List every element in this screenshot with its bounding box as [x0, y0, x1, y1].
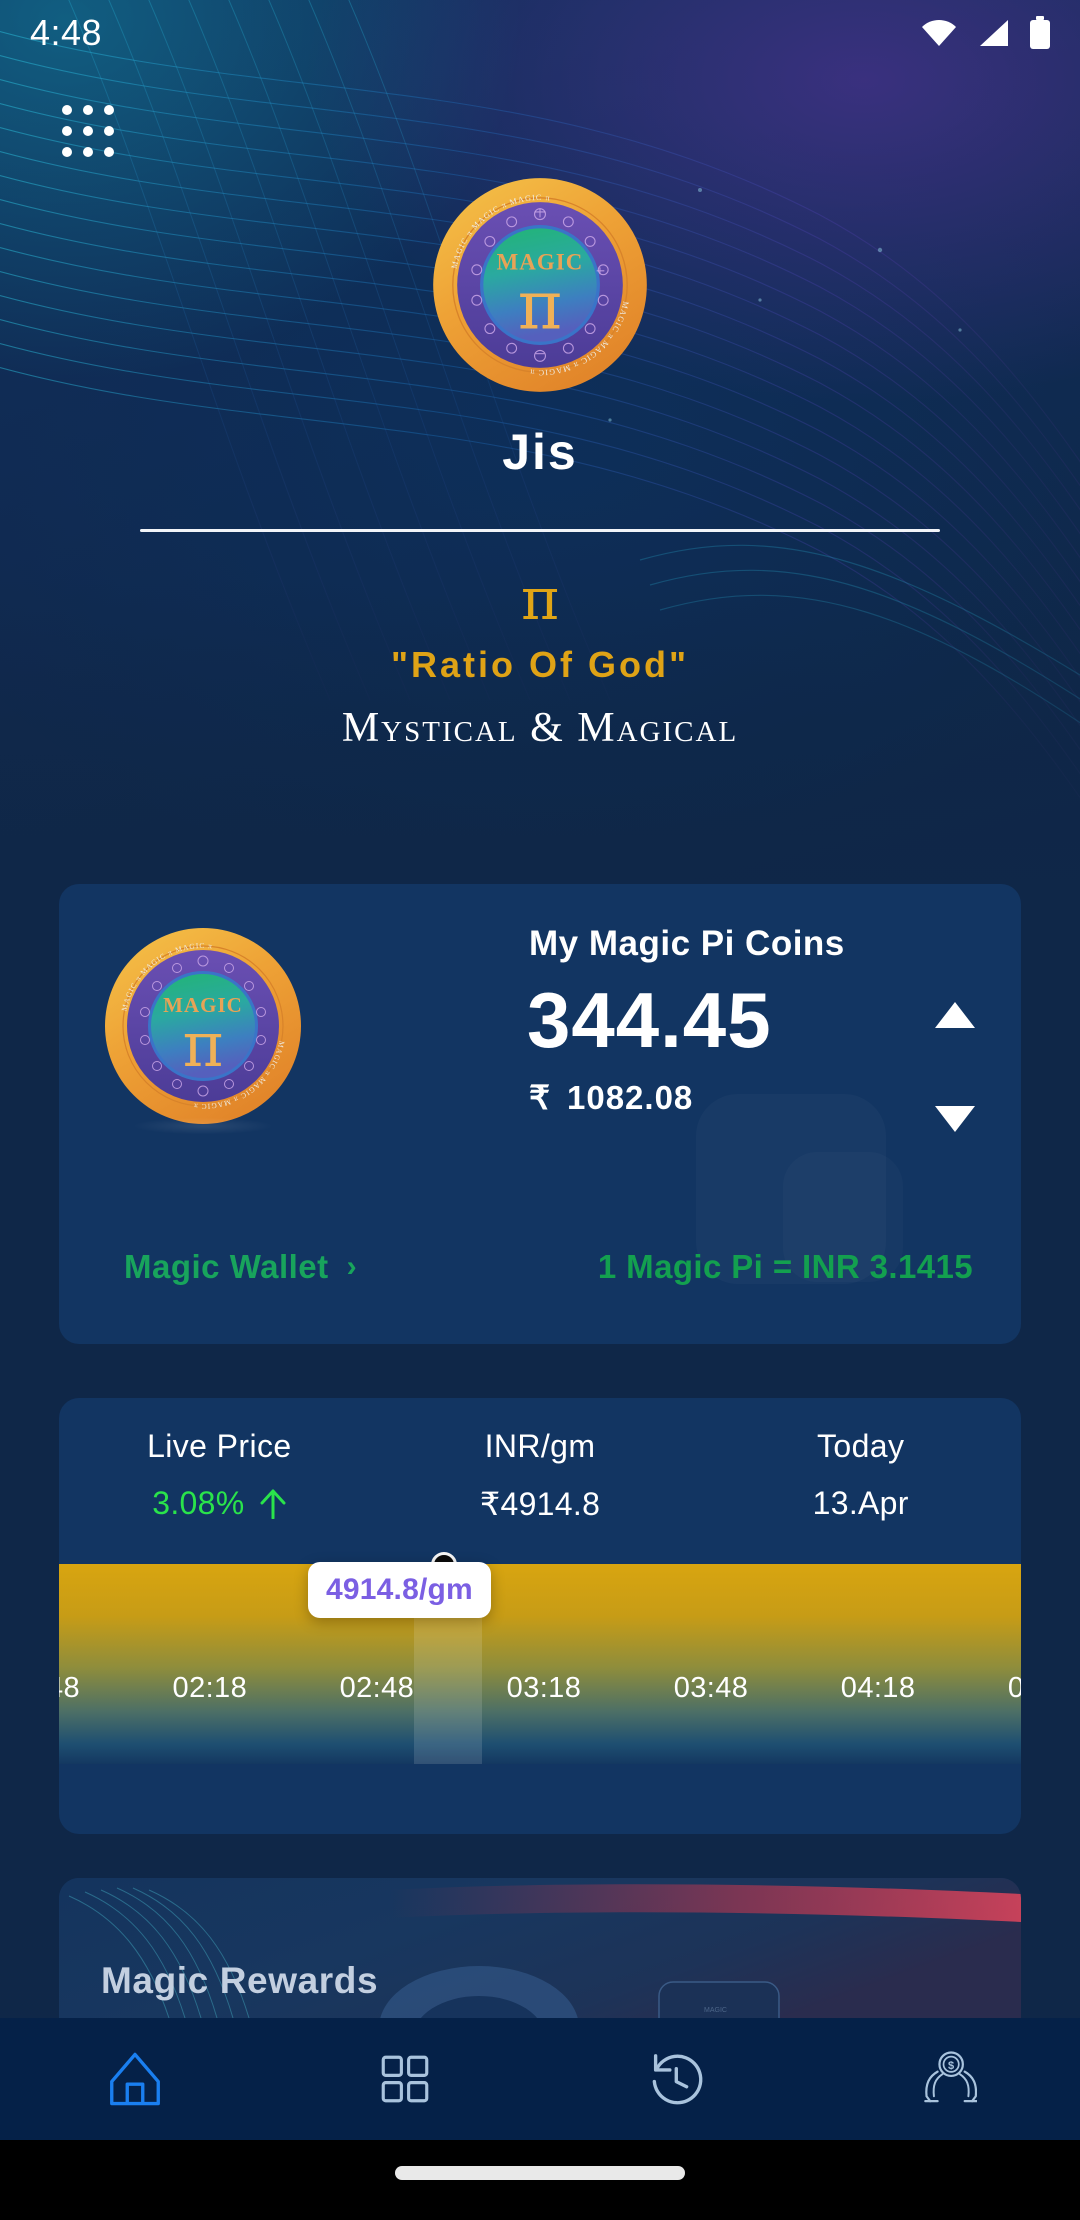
x-tick: 03:48: [673, 1672, 749, 1704]
chevron-right-icon: ›: [346, 1250, 358, 1283]
drawer-dot: [104, 105, 114, 115]
inr-gm-column: INR/gm ₹4914.8: [380, 1398, 701, 1558]
wifi-icon: [922, 19, 956, 46]
chart-x-axis: 48 02:18 02:48 03:18 03:48 04:18 04: [59, 1672, 1021, 1705]
magic-pi-coin-icon: MAGIC π MAGIC π MAGIC π MAGIC π MAGIC π …: [105, 928, 301, 1124]
svg-text:π: π: [183, 1008, 224, 1081]
history-clock-icon: [652, 2054, 703, 2105]
subtitle: Mystical & Magical: [341, 705, 739, 751]
live-price-card[interactable]: Live Price 3.08% INR/gm ₹4914.8 Today 13…: [59, 1398, 1021, 1834]
drawer-dot: [104, 147, 114, 157]
wallet-inr-amount: 1082.08: [567, 1078, 694, 1116]
hands-coin-icon: $: [924, 2051, 977, 2103]
inr-gm-value: ₹4914.8: [479, 1486, 601, 1522]
wallet-inr-value: ₹ 1082.08: [529, 1078, 693, 1117]
magic-wallet-link[interactable]: Magic Wallet ›: [124, 1248, 357, 1286]
nav-item-history[interactable]: [595, 2018, 755, 2140]
today-value: 13.Apr: [812, 1485, 909, 1521]
x-tick: 03:18: [506, 1672, 582, 1704]
triangle-up-icon[interactable]: [935, 1002, 975, 1028]
status-clock: 4:48: [30, 12, 103, 53]
status-icons: [920, 16, 1052, 50]
nav-item-dashboard[interactable]: [325, 2018, 485, 2140]
live-price-change: 3.08%: [152, 1485, 286, 1522]
home-gesture-pill[interactable]: [395, 2166, 685, 2180]
x-tick: 04: [1007, 1672, 1021, 1704]
rewards-title: Magic Rewards: [101, 1960, 379, 2001]
system-gesture-area: [0, 2140, 1080, 2220]
coin-shadow: [103, 1114, 303, 1138]
header-section: MAGIC π MAGIC π MAGIC π MAGIC π MAGIC π …: [0, 0, 1080, 752]
rupee-symbol-icon: ₹: [529, 1079, 551, 1116]
signal-icon: [980, 20, 1008, 46]
inr-gm-label: INR/gm: [484, 1428, 596, 1464]
phone-screen: 4:48 MAGIC π MAGIC π MAGIC π MAGIC π MAG…: [0, 0, 1080, 2220]
svg-text:MAGIC: MAGIC: [704, 2007, 727, 2014]
live-price-label: Live Price: [147, 1428, 292, 1464]
x-tick: 02:18: [172, 1672, 248, 1704]
page-title: Jis: [502, 424, 578, 480]
svg-text:π: π: [518, 266, 562, 345]
wallet-balance: 344.45: [527, 976, 772, 1064]
drawer-dot: [62, 105, 72, 115]
chart-area-fill: [59, 1564, 1021, 1764]
wallet-card[interactable]: MAGIC π MAGIC π MAGIC π MAGIC π MAGIC π …: [59, 884, 1021, 1344]
home-icon: [110, 2052, 160, 2106]
x-tick: 02:48: [339, 1672, 415, 1704]
drawer-dot: [83, 126, 93, 136]
header-divider: [140, 529, 940, 532]
nav-item-home[interactable]: [55, 2018, 215, 2140]
drawer-dot: [83, 105, 93, 115]
conversion-rate: 1 Magic Pi = INR 3.1415: [597, 1248, 973, 1285]
magic-rewards-banner[interactable]: MAGICMAGIC Magic Rewards: [59, 1878, 1021, 2018]
magic-wallet-label: Magic Wallet: [124, 1248, 329, 1285]
battery-icon: [1030, 16, 1050, 49]
price-chart[interactable]: 4914.8/gm 48 02:18 02:48 03:18 03:48 04:…: [59, 1552, 1021, 1834]
drawer-dot: [62, 126, 72, 136]
status-bar: 4:48: [0, 0, 1080, 66]
today-label: Today: [816, 1428, 905, 1464]
nav-item-rewards[interactable]: $: [865, 2018, 1025, 2140]
svg-text:$: $: [948, 2060, 954, 2072]
app-drawer-grid-icon[interactable]: [62, 105, 114, 157]
tagline: "Ratio Of God": [390, 644, 690, 685]
live-price-column: Live Price 3.08%: [59, 1398, 380, 1558]
live-price-percent: 3.08%: [152, 1485, 245, 1521]
x-tick: 48: [59, 1672, 81, 1704]
x-tick: 04:18: [840, 1672, 916, 1704]
chart-tooltip: 4914.8/gm: [308, 1562, 491, 1618]
price-header: Live Price 3.08% INR/gm ₹4914.8 Today 13…: [59, 1398, 1021, 1558]
drawer-dot: [104, 126, 114, 136]
drawer-dot: [83, 147, 93, 157]
triangle-down-icon[interactable]: [935, 1106, 975, 1132]
grid-squares-icon: [381, 2055, 429, 2103]
pi-symbol-icon: π: [520, 565, 560, 633]
magic-pi-coin-logo[interactable]: MAGIC π MAGIC π MAGIC π MAGIC π MAGIC π …: [431, 176, 649, 394]
bottom-navigation: $: [0, 2018, 1080, 2140]
wallet-title: My Magic Pi Coins: [529, 924, 845, 963]
today-column: Today 13.Apr: [700, 1398, 1021, 1558]
arrow-up-icon: [260, 1489, 286, 1519]
drawer-dot: [62, 147, 72, 157]
